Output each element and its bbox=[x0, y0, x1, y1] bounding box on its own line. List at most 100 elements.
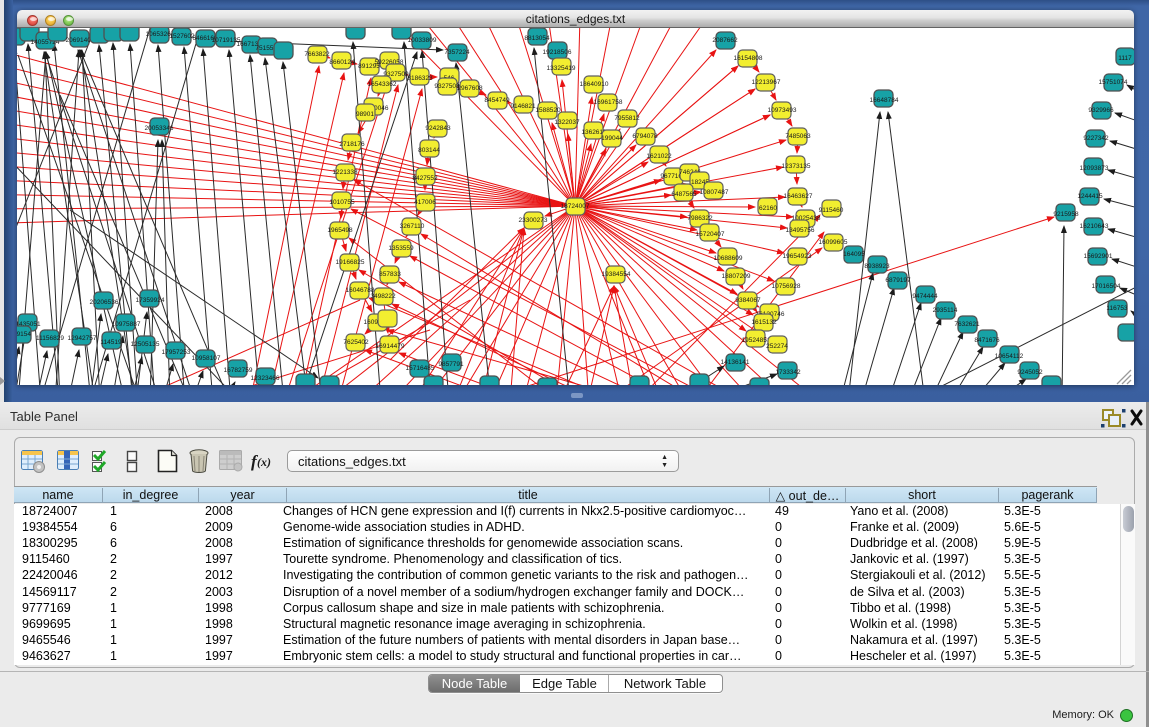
svg-text:9857791: 9857791 bbox=[438, 361, 464, 368]
svg-text:9215958: 9215958 bbox=[1053, 211, 1079, 218]
svg-text:8813054: 8813054 bbox=[524, 35, 550, 42]
svg-text:16543362: 16543362 bbox=[368, 81, 397, 88]
svg-text:16154808: 16154808 bbox=[734, 55, 763, 62]
svg-text:17359924: 17359924 bbox=[136, 297, 165, 304]
svg-text:10807487: 10807487 bbox=[700, 189, 729, 196]
svg-text:19166825: 19166825 bbox=[336, 259, 365, 266]
svg-text:8454749: 8454749 bbox=[484, 97, 510, 104]
svg-text:10958107: 10958107 bbox=[192, 355, 221, 362]
svg-text:15716485: 15716485 bbox=[406, 365, 435, 372]
svg-text:9146821: 9146821 bbox=[510, 103, 536, 110]
svg-text:10688609: 10688609 bbox=[714, 255, 743, 262]
svg-text:199044: 199044 bbox=[601, 135, 623, 142]
svg-text:(x): (x) bbox=[257, 455, 271, 469]
svg-text:1621022: 1621022 bbox=[646, 153, 672, 160]
svg-text:19218506: 19218506 bbox=[543, 49, 572, 56]
svg-text:8660124: 8660124 bbox=[329, 59, 355, 66]
svg-text:1117: 1117 bbox=[1118, 55, 1132, 62]
svg-text:18807209: 18807209 bbox=[722, 273, 751, 280]
svg-text:8427552: 8427552 bbox=[412, 175, 438, 182]
svg-text:116753: 116753 bbox=[1106, 305, 1128, 312]
svg-text:6487565: 6487565 bbox=[671, 191, 697, 198]
svg-text:17957253: 17957253 bbox=[162, 349, 191, 356]
svg-text:12942757: 12942757 bbox=[68, 335, 97, 342]
svg-text:10756928: 10756928 bbox=[772, 283, 801, 290]
svg-text:17016504: 17016504 bbox=[1092, 283, 1121, 290]
svg-text:8938923: 8938923 bbox=[864, 263, 890, 270]
svg-text:16961758: 16961758 bbox=[594, 99, 623, 106]
svg-text:6879197: 6879197 bbox=[885, 277, 911, 284]
svg-text:10975887: 10975887 bbox=[112, 321, 141, 328]
svg-text:9474444: 9474444 bbox=[912, 293, 938, 300]
svg-text:2935114: 2935114 bbox=[933, 307, 958, 314]
svg-text:15720407: 15720407 bbox=[696, 231, 725, 238]
svg-text:20206536: 20206536 bbox=[90, 299, 119, 306]
svg-text:252274: 252274 bbox=[766, 343, 788, 350]
svg-text:1221338: 1221338 bbox=[332, 169, 358, 176]
svg-text:16210643: 16210643 bbox=[1080, 223, 1109, 230]
svg-text:1322037: 1322037 bbox=[554, 119, 580, 126]
svg-text:7625402: 7625402 bbox=[343, 339, 369, 346]
svg-text:98901: 98901 bbox=[356, 111, 374, 118]
svg-text:8186323: 8186323 bbox=[407, 75, 433, 82]
svg-text:1010755: 1010755 bbox=[329, 199, 355, 206]
svg-text:19654923: 19654923 bbox=[783, 253, 812, 260]
svg-text:12505135: 12505135 bbox=[131, 341, 160, 348]
svg-text:16463627: 16463627 bbox=[784, 193, 813, 200]
svg-text:16914479: 16914479 bbox=[376, 343, 405, 350]
svg-text:7955812: 7955812 bbox=[614, 115, 640, 122]
svg-text:2718176: 2718176 bbox=[339, 141, 365, 148]
svg-text:23300273: 23300273 bbox=[519, 217, 548, 224]
svg-text:114519: 114519 bbox=[100, 339, 122, 346]
svg-text:3498222: 3498222 bbox=[370, 293, 396, 300]
svg-text:7485063: 7485063 bbox=[785, 133, 811, 140]
svg-text:13495756: 13495756 bbox=[786, 227, 815, 234]
svg-text:1965498: 1965498 bbox=[327, 227, 353, 234]
svg-text:14136141: 14136141 bbox=[721, 359, 750, 366]
svg-text:9242843: 9242843 bbox=[425, 125, 451, 132]
svg-text:15751074: 15751074 bbox=[1099, 79, 1128, 86]
svg-text:11156829: 11156829 bbox=[36, 335, 64, 342]
svg-text:9115460: 9115460 bbox=[819, 207, 844, 214]
svg-text:12093873: 12093873 bbox=[1080, 165, 1109, 172]
svg-text:16648784: 16648784 bbox=[870, 97, 899, 104]
svg-text:16099605: 16099605 bbox=[819, 239, 848, 246]
svg-text:13325419: 13325419 bbox=[547, 65, 576, 72]
svg-text:1244415: 1244415 bbox=[1077, 193, 1103, 200]
svg-text:1588520: 1588520 bbox=[535, 107, 561, 114]
svg-text:39154: 39154 bbox=[17, 331, 31, 338]
svg-text:3267110: 3267110 bbox=[400, 223, 425, 230]
svg-text:2087662: 2087662 bbox=[712, 37, 738, 44]
svg-text:1353559: 1353559 bbox=[388, 245, 414, 252]
svg-text:18724007: 18724007 bbox=[561, 203, 590, 210]
svg-text:1527602: 1527602 bbox=[169, 33, 195, 40]
svg-text:19384554: 19384554 bbox=[602, 271, 631, 278]
svg-text:2967608: 2967608 bbox=[457, 85, 483, 92]
svg-text:12213967: 12213967 bbox=[752, 79, 781, 86]
svg-text:7357224: 7357224 bbox=[444, 49, 470, 56]
svg-text:9245052: 9245052 bbox=[1017, 369, 1043, 376]
svg-text:15692901: 15692901 bbox=[1084, 253, 1113, 260]
svg-text:7632621: 7632621 bbox=[954, 321, 980, 328]
svg-text:12323466: 12323466 bbox=[251, 375, 280, 382]
svg-text:9327508: 9327508 bbox=[434, 83, 460, 90]
svg-text:857833: 857833 bbox=[379, 271, 401, 278]
svg-text:164095: 164095 bbox=[843, 251, 865, 258]
svg-text:20053346: 20053346 bbox=[145, 125, 174, 132]
svg-text:1733342: 1733342 bbox=[775, 369, 801, 376]
svg-text:10654112: 10654112 bbox=[995, 353, 1024, 360]
svg-text:10033809: 10033809 bbox=[408, 37, 437, 44]
svg-text:16782759: 16782759 bbox=[224, 367, 253, 374]
svg-text:8471676: 8471676 bbox=[974, 337, 1000, 344]
svg-text:62160: 62160 bbox=[759, 205, 777, 212]
svg-text:417006: 417006 bbox=[414, 199, 436, 206]
svg-text:18640910: 18640910 bbox=[580, 81, 609, 88]
svg-text:9384067: 9384067 bbox=[735, 297, 761, 304]
svg-text:1615132: 1615132 bbox=[751, 319, 777, 326]
svg-text:12373135: 12373135 bbox=[782, 163, 811, 170]
svg-text:9329966: 9329966 bbox=[1088, 107, 1114, 114]
svg-text:803144: 803144 bbox=[418, 147, 440, 154]
svg-text:7986322: 7986322 bbox=[687, 215, 713, 222]
svg-text:9227342: 9227342 bbox=[1083, 135, 1109, 142]
svg-text:6794078: 6794078 bbox=[632, 133, 658, 140]
